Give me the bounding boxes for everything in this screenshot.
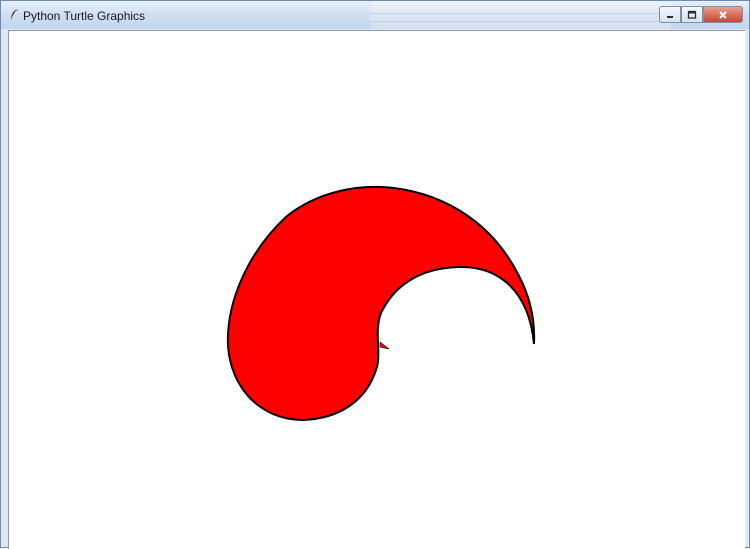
turtle-window: Python Turtle Graphics	[0, 0, 750, 549]
drawing-svg	[226, 185, 536, 422]
maximize-button[interactable]	[681, 6, 703, 23]
close-button[interactable]	[703, 6, 743, 23]
title-bar[interactable]: Python Turtle Graphics	[1, 1, 749, 29]
turtle-cursor-icon	[379, 341, 390, 350]
minimize-icon	[667, 15, 673, 18]
maximize-icon	[687, 10, 697, 19]
window-controls	[659, 6, 743, 24]
minimize-button[interactable]	[659, 6, 681, 23]
background-window	[371, 1, 671, 29]
turtle-canvas[interactable]	[8, 30, 745, 549]
feather-icon	[10, 8, 18, 21]
window-title: Python Turtle Graphics	[23, 9, 146, 23]
red-curved-shape	[226, 185, 536, 422]
close-icon	[719, 10, 727, 19]
